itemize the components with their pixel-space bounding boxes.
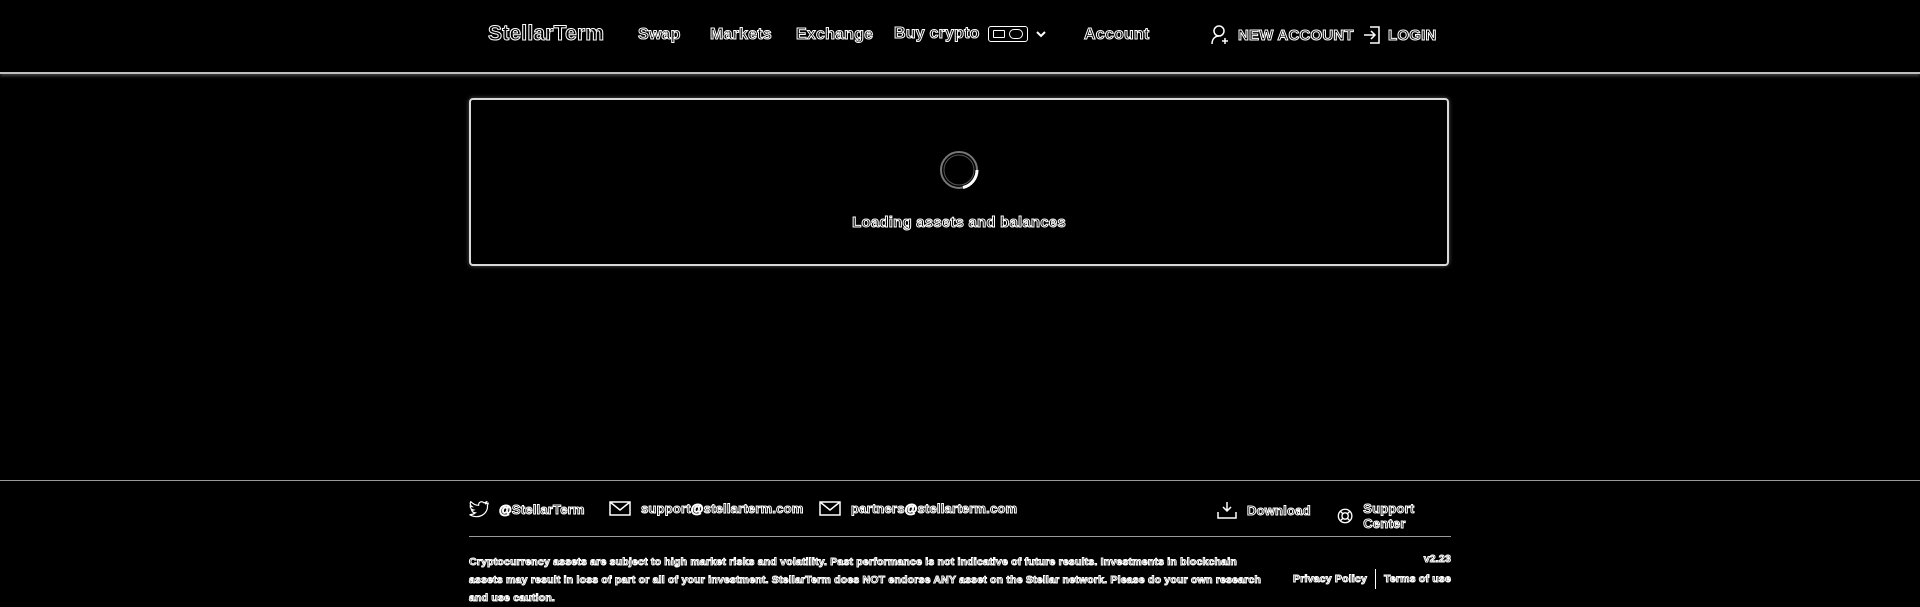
new-account-button[interactable]: NEW ACCOUNT — [1210, 24, 1354, 46]
partners-email: partners@stellarterm.com — [850, 501, 1018, 517]
nav-buy-crypto[interactable]: Buy crypto — [894, 25, 1046, 43]
download-link[interactable]: Download — [1217, 501, 1311, 519]
nav-exchange[interactable]: Exchange — [795, 26, 873, 44]
mail-icon — [609, 501, 631, 516]
login-button[interactable]: LOGIN — [1362, 24, 1437, 46]
buy-crypto-label: Buy crypto — [894, 25, 980, 43]
terms-of-use-link[interactable]: Terms of use — [1384, 573, 1452, 586]
footer-divider — [469, 536, 1451, 537]
top-header: StellarTerm Swap Markets Exchange Buy cr… — [0, 0, 1920, 74]
login-label: LOGIN — [1388, 26, 1437, 44]
footer: @StellarTerm support@stellarterm.com par… — [0, 480, 1920, 605]
app-version: v2.23 — [1423, 553, 1451, 566]
nav-swap[interactable]: Swap — [638, 26, 681, 44]
loading-card: Loading assets and balances — [469, 98, 1449, 266]
legal-separator — [1375, 569, 1377, 589]
header-inner: StellarTerm Swap Markets Exchange Buy cr… — [487, 0, 1436, 72]
chevron-down-icon — [1035, 31, 1046, 38]
support-email: support@stellarterm.com — [640, 501, 804, 517]
logo[interactable]: StellarTerm — [487, 22, 604, 46]
download-icon — [1217, 502, 1237, 519]
download-label: Download — [1247, 502, 1312, 518]
lifebuoy-icon — [1337, 508, 1353, 524]
support-center-label: Support Center — [1363, 501, 1415, 532]
user-add-icon — [1211, 25, 1228, 45]
partners-email-link[interactable]: partners@stellarterm.com — [819, 501, 1018, 517]
nav-markets[interactable]: Markets — [710, 26, 773, 44]
login-icon — [1364, 26, 1380, 44]
new-account-label: NEW ACCOUNT — [1238, 26, 1355, 44]
twitter-link[interactable]: @StellarTerm — [469, 501, 585, 518]
mail-icon — [819, 501, 841, 516]
legal-links: Privacy Policy Terms of use — [1292, 569, 1452, 589]
twitter-handle: @StellarTerm — [499, 502, 585, 518]
privacy-policy-link[interactable]: Privacy Policy — [1292, 573, 1367, 586]
footer-inner: @StellarTerm support@stellarterm.com par… — [469, 481, 1452, 605]
nav-account[interactable]: Account — [1083, 26, 1149, 44]
risk-disclaimer: Cryptocurrency assets are subject to hig… — [469, 556, 1262, 605]
support-center-link[interactable]: Support Center — [1337, 501, 1451, 532]
support-email-link[interactable]: support@stellarterm.com — [609, 501, 804, 517]
loading-text: Loading assets and balances — [852, 214, 1067, 232]
loading-spinner-icon — [940, 151, 979, 189]
payment-card-icon — [987, 26, 1028, 42]
twitter-icon — [469, 501, 489, 518]
